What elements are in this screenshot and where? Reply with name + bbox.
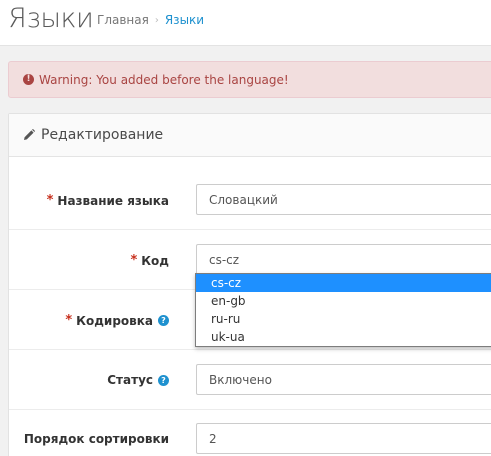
- breadcrumb: Главная › Языки: [97, 13, 204, 27]
- alert-text: Warning: You added before the language!: [39, 72, 289, 87]
- form-row-status: Статус ? Включено: [9, 349, 491, 409]
- page-title: Языки: [8, 3, 94, 34]
- form-row-sort-order: Порядок сортировки 2: [9, 409, 491, 456]
- required-asterisk: *: [130, 253, 138, 268]
- locale-label: * Кодировка ?: [65, 313, 169, 328]
- breadcrumb-separator: ›: [154, 14, 159, 26]
- panel-heading: Редактирование: [9, 114, 491, 157]
- sort-order-input[interactable]: 2: [196, 423, 491, 454]
- code-select[interactable]: cs-cz: [196, 244, 491, 275]
- code-option-en-gb[interactable]: en-gb: [196, 292, 491, 310]
- page-header: Языки Главная › Языки: [0, 0, 491, 46]
- language-name-label: * Название языка: [46, 193, 169, 208]
- status-label: Статус ?: [107, 373, 169, 387]
- language-name-input[interactable]: Словацкий: [196, 184, 491, 215]
- code-label: * Код: [130, 253, 169, 268]
- warning-alert: ! Warning: You added before the language…: [8, 61, 491, 98]
- code-option-ru-ru[interactable]: ru-ru: [196, 310, 491, 328]
- required-asterisk: *: [65, 313, 73, 328]
- breadcrumb-home-link[interactable]: Главная: [97, 13, 149, 27]
- help-icon[interactable]: ?: [158, 374, 169, 386]
- exclamation-circle-icon: !: [23, 74, 34, 85]
- pencil-icon: [23, 129, 35, 141]
- required-asterisk: *: [46, 193, 54, 208]
- sort-order-label: Порядок сортировки: [23, 432, 169, 446]
- form-row-name: * Название языка Словацкий: [9, 169, 491, 229]
- status-select[interactable]: Включено: [196, 364, 491, 395]
- code-option-uk-ua[interactable]: uk-ua: [196, 328, 491, 346]
- help-icon[interactable]: ?: [158, 315, 169, 326]
- breadcrumb-current-link[interactable]: Языки: [165, 13, 204, 27]
- panel-title: Редактирование: [41, 127, 164, 143]
- code-dropdown-list: cs-cz en-gb ru-ru uk-ua: [195, 273, 491, 347]
- code-option-cs-cz[interactable]: cs-cz: [196, 274, 491, 292]
